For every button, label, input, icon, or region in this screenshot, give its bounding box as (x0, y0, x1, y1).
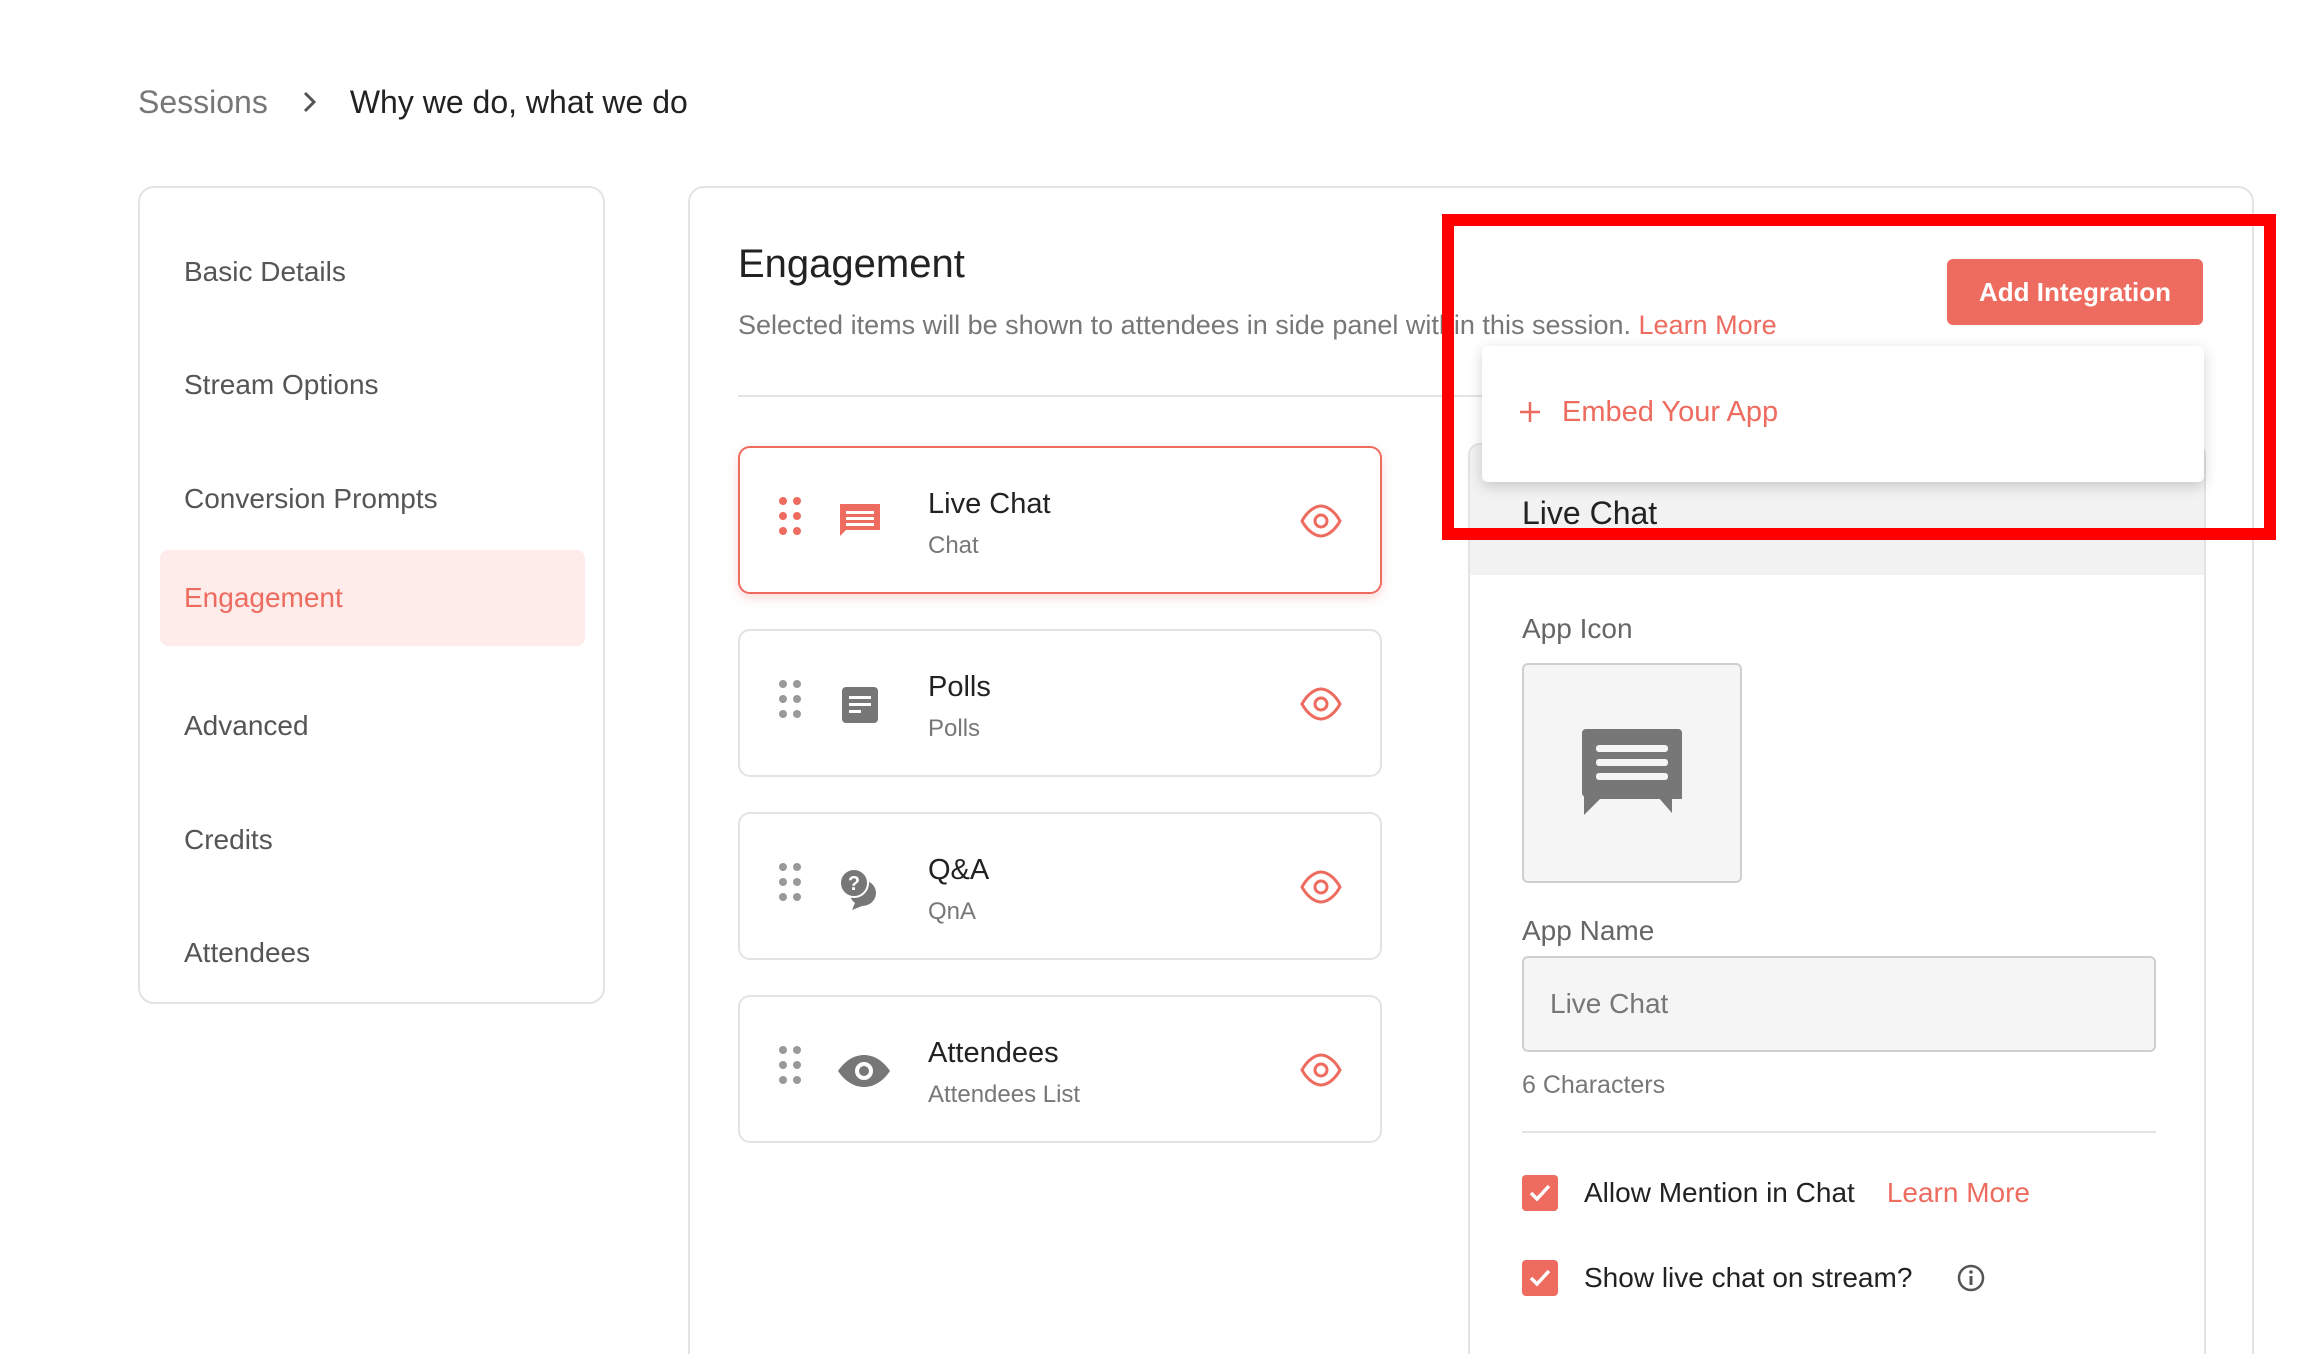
app-icon-label: App Icon (1522, 613, 1633, 644)
drag-handle-icon[interactable] (778, 862, 802, 902)
sidebar-item-conversion-prompts[interactable]: Conversion Prompts (160, 451, 585, 547)
card-title: Q&A (928, 854, 990, 886)
allow-mention-row: Allow Mention in Chat Learn More (1522, 1173, 2030, 1213)
card-title: Live Chat (928, 488, 1051, 520)
app-name-label: App Name (1522, 915, 1655, 946)
checkmark-icon (1529, 1269, 1551, 1287)
live-chat-settings-panel: Live Chat App Icon App Name 6 Characters… (1468, 443, 2206, 1354)
show-on-stream-label: Show live chat on stream? (1584, 1262, 1913, 1293)
visibility-toggle-eye-icon[interactable] (1300, 687, 1342, 721)
card-subtitle: QnA (928, 898, 977, 925)
allow-mention-checkbox[interactable] (1522, 1175, 1558, 1211)
divider (738, 395, 1498, 397)
card-subtitle: Chat (928, 532, 979, 559)
question-answer-icon: ? (839, 868, 876, 910)
engagement-card-qna[interactable]: ? Q&A QnA (738, 812, 1382, 960)
breadcrumb-sessions-link[interactable]: Sessions (138, 84, 268, 121)
app-name-input[interactable] (1522, 956, 2156, 1052)
divider (1522, 1131, 2156, 1133)
allow-mention-learn-more-link[interactable]: Learn More (1887, 1177, 2030, 1209)
visibility-toggle-eye-icon[interactable] (1300, 504, 1342, 538)
drag-handle-icon[interactable] (778, 1045, 802, 1085)
card-title: Polls (928, 671, 991, 703)
visibility-toggle-eye-icon[interactable] (1300, 1053, 1342, 1087)
chevron-right-icon (290, 82, 330, 122)
poll-icon (842, 687, 878, 723)
card-subtitle: Polls (928, 715, 981, 742)
allow-mention-label: Allow Mention in Chat (1584, 1177, 1855, 1208)
engagement-card-attendees[interactable]: Attendees Attendees List (738, 995, 1382, 1143)
sidebar-item-advanced[interactable]: Advanced (160, 678, 585, 774)
highlight-annotation-box (1442, 214, 2276, 540)
show-on-stream-checkbox[interactable] (1522, 1260, 1558, 1296)
sidebar-item-attendees[interactable]: Attendees (160, 905, 585, 1001)
app-icon-upload[interactable] (1522, 663, 1742, 883)
settings-sidebar: Basic Details Stream Options Conversion … (138, 186, 605, 1004)
visibility-toggle-eye-icon[interactable] (1300, 870, 1342, 904)
breadcrumb: Sessions Why we do, what we do (138, 82, 688, 122)
sidebar-item-stream-options[interactable]: Stream Options (160, 337, 585, 433)
svg-text:?: ? (848, 873, 860, 895)
engagement-card-polls[interactable]: Polls Polls (738, 629, 1382, 777)
checkmark-icon (1529, 1184, 1551, 1202)
sidebar-item-credits[interactable]: Credits (160, 792, 585, 888)
sidebar-item-basic-details[interactable]: Basic Details (160, 224, 585, 320)
page-title: Engagement (738, 242, 965, 286)
drag-handle-icon[interactable] (778, 496, 802, 536)
card-subtitle: Attendees List (928, 1081, 1081, 1108)
drag-handle-icon[interactable] (778, 679, 802, 719)
engagement-card-live-chat[interactable]: Live Chat Chat (738, 446, 1382, 594)
breadcrumb-current: Why we do, what we do (349, 83, 688, 120)
character-count: 6 Characters (1522, 1071, 1666, 1099)
card-title: Attendees (928, 1037, 1059, 1069)
sidebar-item-engagement[interactable]: Engagement (160, 550, 585, 646)
info-icon[interactable] (1956, 1263, 1986, 1293)
eye-icon (838, 1055, 890, 1087)
chat-icon (840, 504, 880, 536)
chat-icon (1582, 729, 1682, 815)
show-on-stream-row: Show live chat on stream? (1522, 1258, 1986, 1298)
